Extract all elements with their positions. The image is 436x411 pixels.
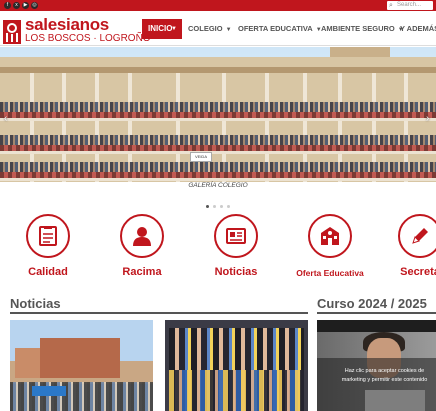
nav-item-y-ademas[interactable]: Y ADEMÁS <box>400 19 436 39</box>
course-section-title[interactable]: Curso 2024 / 2025 <box>317 296 427 311</box>
feature-label[interactable]: Oferta Educativa <box>285 268 375 278</box>
feature-circle[interactable] <box>398 214 436 258</box>
nav-item-label: AMBIENTE SEGURO <box>321 24 395 33</box>
course-video-embed[interactable]: Haz clic para aceptar cookies de marketi… <box>317 320 436 411</box>
hero-slider[interactable]: VEIDA ‹ › <box>0 47 436 182</box>
feature-label[interactable]: Calidad <box>3 266 93 278</box>
news-section-divider <box>10 312 308 314</box>
site-header: salesianos LOS BOSCOS · LOGROÑO INICIO ▼… <box>0 11 436 46</box>
slider-dots <box>0 195 436 213</box>
search-placeholder: Search... <box>397 2 422 8</box>
feature-circle[interactable] <box>26 214 70 258</box>
youtube-icon[interactable]: ▶ <box>22 2 29 9</box>
school-icon <box>321 227 339 245</box>
news-card-image[interactable] <box>165 320 308 411</box>
feature-label[interactable]: Noticias <box>191 266 281 278</box>
x-twitter-icon[interactable]: x <box>13 2 20 9</box>
nav-item-label: COLEGIO <box>188 24 223 33</box>
feature-label[interactable]: Racima <box>97 266 187 278</box>
feature-label[interactable]: Secreta <box>375 266 436 278</box>
salesianos-logo-icon[interactable] <box>3 20 21 44</box>
cookie-consent-notice[interactable]: Haz clic para aceptar cookies de marketi… <box>317 367 436 385</box>
slider-prev-icon[interactable]: ‹ <box>4 113 7 124</box>
feature-circle[interactable] <box>120 214 164 258</box>
checklist-icon <box>39 226 57 246</box>
slider-dot[interactable] <box>206 205 209 208</box>
pencil-icon <box>412 228 428 244</box>
feature-circle[interactable] <box>214 214 258 258</box>
brand-subtitle[interactable]: LOS BOSCOS · LOGROÑO <box>25 33 151 44</box>
feature-calidad[interactable]: Calidad <box>3 214 93 278</box>
nav-item-label: INICIO <box>148 24 173 33</box>
feature-circle[interactable] <box>308 214 352 258</box>
slider-dot[interactable] <box>213 205 216 208</box>
hero-banner: VEIDA <box>190 152 212 162</box>
user-icon <box>133 227 151 246</box>
nav-item-colegio[interactable]: COLEGIO ▼ <box>188 19 232 39</box>
chevron-down-icon: ▼ <box>225 27 232 33</box>
slider-next-icon[interactable]: › <box>426 113 429 124</box>
newspaper-icon <box>226 228 246 244</box>
feature-oferta-educativa[interactable]: Oferta Educativa <box>285 214 375 278</box>
nav-item-oferta-educativa[interactable]: OFERTA EDUCATIVA ▼ <box>238 19 322 39</box>
brand-name[interactable]: salesianos <box>25 15 109 35</box>
news-section-title[interactable]: Noticias <box>10 296 61 311</box>
instagram-icon[interactable]: ◎ <box>31 2 38 9</box>
facebook-icon[interactable]: f <box>4 2 11 9</box>
feature-racima[interactable]: Racima <box>97 214 187 278</box>
search-icon: ⌕ <box>389 2 393 9</box>
nav-item-inicio[interactable]: INICIO ▼ <box>142 19 182 39</box>
nav-item-label: OFERTA EDUCATIVA <box>238 24 313 33</box>
nav-item-label: Y ADEMÁS <box>400 24 436 33</box>
slider-dot[interactable] <box>220 205 223 208</box>
news-card-image[interactable] <box>10 320 153 411</box>
feature-secretaria[interactable]: Secreta <box>375 214 436 278</box>
nav-item-ambiente-seguro[interactable]: AMBIENTE SEGURO ▼ <box>321 19 404 39</box>
hero-caption: GALERÍA COLEGIO <box>188 182 248 189</box>
feature-noticias[interactable]: Noticias <box>191 214 281 278</box>
slider-dot[interactable] <box>227 205 230 208</box>
hero-photo <box>0 57 436 182</box>
search-input[interactable]: ⌕ Search... <box>387 1 433 10</box>
top-bar: f x ▶ ◎ ⌕ Search... <box>0 0 436 11</box>
chevron-down-icon: ▼ <box>171 26 177 32</box>
course-section-divider <box>317 312 436 314</box>
